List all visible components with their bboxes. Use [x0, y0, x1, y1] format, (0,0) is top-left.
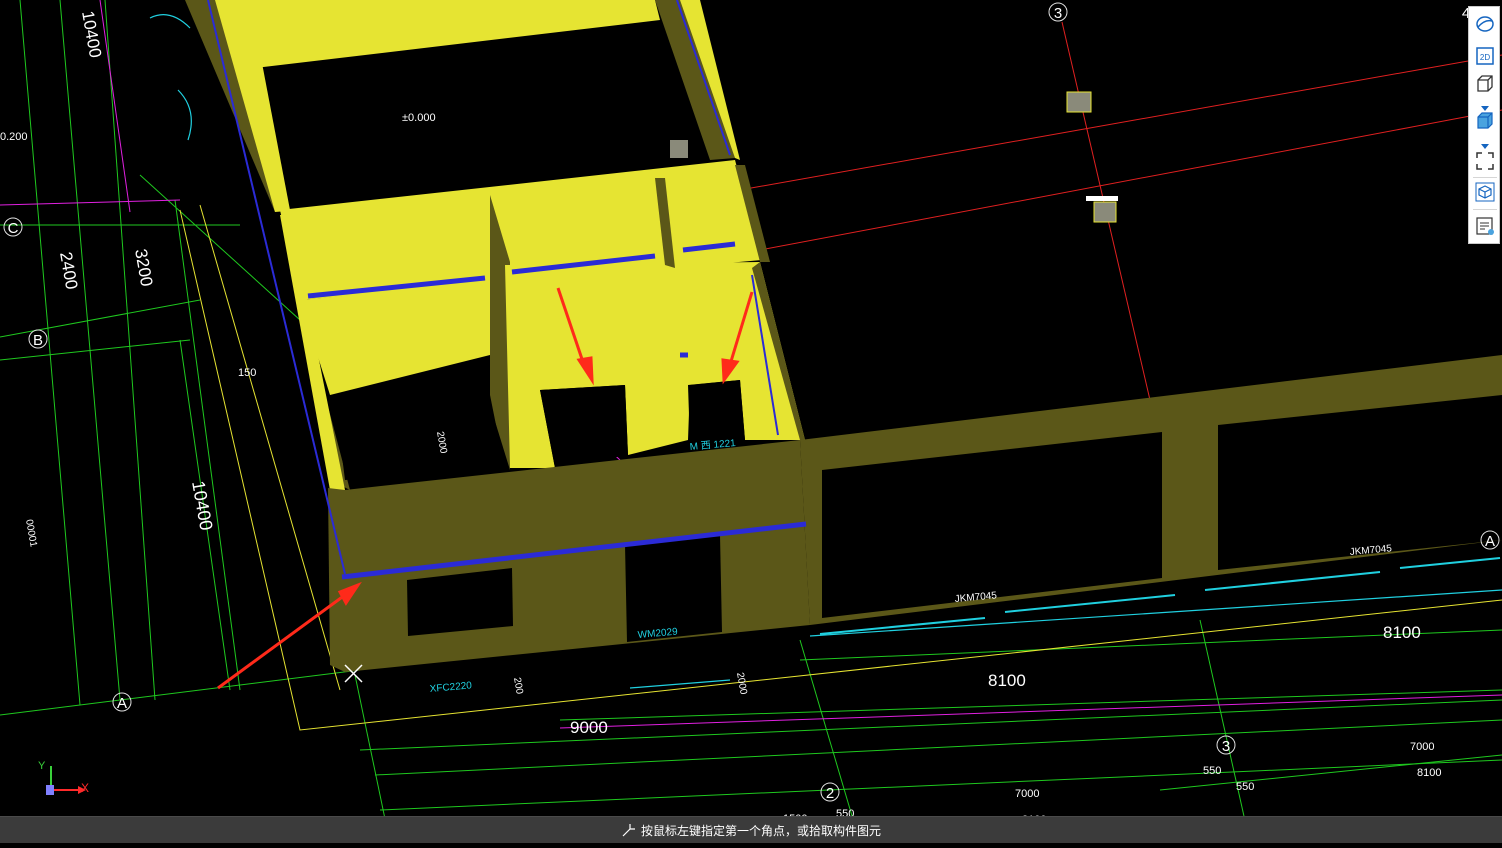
axis-label-c: C [8, 220, 19, 237]
axis-label-a-right: A [1485, 533, 1495, 550]
axis-label-3: 3 [1222, 738, 1230, 755]
view-toolbar: 2D [1468, 6, 1500, 244]
axis-label-b: B [33, 332, 43, 349]
svg-text:0.200: 0.200 [0, 131, 28, 143]
view-3d-box-icon[interactable] [1474, 73, 1496, 95]
window-opening-2 [1218, 395, 1502, 570]
svg-text:8100: 8100 [1383, 623, 1421, 642]
axis-label-3-top: 3 [1054, 5, 1062, 22]
svg-text:00001: 00001 [23, 519, 39, 549]
shaded-cube-icon[interactable] [1474, 110, 1496, 132]
svg-text:10400: 10400 [188, 479, 216, 532]
orbit-icon[interactable] [1474, 13, 1496, 35]
svg-text:2D: 2D [1480, 53, 1490, 62]
svg-text:200: 200 [511, 677, 525, 696]
svg-text:7000: 7000 [1410, 741, 1434, 753]
view-dropdown-caret-icon[interactable] [1481, 99, 1489, 111]
door-opening-1 [407, 568, 513, 636]
axis-label-a: A [117, 695, 127, 712]
view-2d-icon[interactable]: 2D [1474, 45, 1496, 67]
svg-text:JKM7045: JKM7045 [1349, 543, 1392, 558]
cad-3d-viewport[interactable]: C B A 2 3 1 3 A 4 10400 0.200 2400 3200 … [0, 0, 1502, 846]
svg-text:XFC2220: XFC2220 [429, 680, 472, 695]
status-bar: 按鼠标左键指定第一个角点，或拾取构件图元 [0, 816, 1502, 843]
svg-text:7000: 7000 [1015, 788, 1039, 800]
svg-text:8100: 8100 [988, 671, 1026, 690]
properties-list-icon[interactable] [1474, 215, 1496, 237]
gizmo-y-label: Y [38, 760, 46, 772]
coordinate-gizmo [46, 766, 86, 795]
svg-text:550: 550 [1236, 781, 1254, 793]
svg-text:3200: 3200 [131, 247, 156, 288]
wall-top-back[interactable] [220, 0, 660, 68]
gizmo-x-label: X [81, 781, 90, 795]
svg-text:±0.000: ±0.000 [402, 112, 436, 124]
svg-text:150: 150 [238, 367, 256, 379]
svg-text:JKM7045: JKM7045 [954, 590, 997, 605]
shading-dropdown-caret-icon[interactable] [1481, 137, 1489, 149]
svg-text:8100: 8100 [1417, 767, 1441, 779]
fullscreen-icon[interactable] [1474, 150, 1496, 172]
svg-text:2000: 2000 [734, 672, 749, 696]
model-drawing[interactable]: C B A 2 3 1 3 A 4 10400 0.200 2400 3200 … [0, 0, 1502, 846]
svg-text:10400: 10400 [78, 9, 105, 59]
pick-mode-icon [621, 822, 637, 838]
red-axis-lines [739, 21, 1502, 401]
component-view-icon[interactable] [1474, 181, 1496, 203]
status-prompt: 按鼠标左键指定第一个角点，或拾取构件图元 [641, 824, 882, 838]
svg-text:9000: 9000 [570, 718, 608, 737]
svg-text:2400: 2400 [56, 250, 81, 291]
svg-text:550: 550 [1203, 765, 1221, 777]
axis-label-2: 2 [826, 785, 834, 802]
